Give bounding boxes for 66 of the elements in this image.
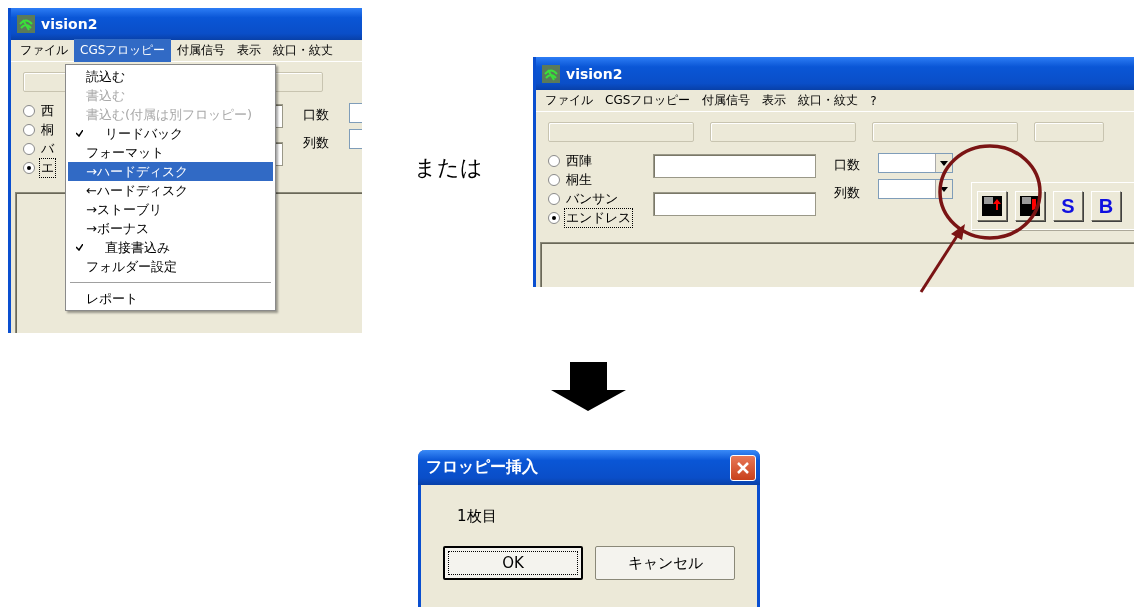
- combo-box[interactable]: [878, 153, 953, 173]
- dialog-message: 1枚目: [457, 507, 498, 526]
- radio-button[interactable]: [548, 173, 560, 186]
- radio-label: 桐: [40, 120, 55, 139]
- menu-item[interactable]: →ボーナス: [68, 219, 273, 238]
- field-label: 口数: [834, 156, 860, 174]
- menu-item[interactable]: 読込む: [68, 67, 273, 86]
- radio-label: 西: [40, 101, 55, 120]
- close-icon: [736, 460, 750, 475]
- radio-button[interactable]: [23, 142, 35, 155]
- dialog-title: フロッピー挿入: [426, 457, 538, 478]
- menu-item[interactable]: 付属信号: [171, 39, 232, 62]
- app-icon: [17, 15, 35, 33]
- radio-button[interactable]: [23, 104, 35, 117]
- caret-icon: [940, 160, 948, 166]
- caret-icon: [940, 186, 948, 192]
- combo-box[interactable]: [878, 179, 953, 199]
- menu-item[interactable]: ←ハードディスク: [68, 181, 273, 200]
- menu-item[interactable]: フォルダー設定: [68, 257, 273, 276]
- floppy-button[interactable]: [977, 191, 1007, 221]
- input-field[interactable]: [653, 154, 816, 178]
- field-label: 列数: [834, 184, 860, 202]
- menu-item[interactable]: CGSフロッピー: [74, 39, 172, 62]
- caption-text: または: [414, 154, 483, 182]
- radio-button[interactable]: [548, 192, 560, 205]
- menu-item[interactable]: リードバック: [68, 124, 273, 143]
- menu-item[interactable]: 直接書込み: [68, 238, 273, 257]
- radio-label: 桐生: [565, 170, 593, 189]
- radio-button[interactable]: [23, 161, 35, 174]
- radio-label: エ: [39, 157, 56, 178]
- menu-item[interactable]: ?: [864, 90, 883, 111]
- menu-item[interactable]: ファイル: [14, 39, 74, 62]
- radio-label: 西陣: [565, 151, 593, 170]
- window-title: vision2: [566, 65, 623, 82]
- radio-button[interactable]: [548, 154, 560, 167]
- menu-item[interactable]: ファイル: [539, 89, 599, 112]
- field-label: 列数: [303, 134, 329, 152]
- menu-item[interactable]: →ハードディスク: [68, 162, 273, 181]
- close-button[interactable]: [730, 454, 756, 481]
- window-title: vision2: [41, 16, 98, 32]
- dialog-button[interactable]: OK: [443, 546, 583, 580]
- radio-label: エンドレス: [564, 207, 633, 228]
- annotation-arrow: [919, 224, 965, 293]
- menu-item[interactable]: 紋口・紋丈: [792, 89, 865, 112]
- toolbar-button[interactable]: S: [1053, 191, 1083, 221]
- menu-item[interactable]: CGSフロッピー: [599, 89, 697, 112]
- app-icon: [542, 64, 560, 83]
- radio-label: バンサン: [565, 189, 619, 208]
- menu-item[interactable]: 表示: [756, 89, 793, 112]
- menu-item[interactable]: 紋口・紋丈: [267, 39, 340, 62]
- dialog-button[interactable]: キャンセル: [595, 546, 735, 580]
- menu-item[interactable]: 付属信号: [696, 89, 757, 112]
- check-icon: [76, 130, 83, 137]
- toolbar-button[interactable]: B: [1091, 191, 1121, 221]
- floppy-upload-icon: [982, 196, 1002, 216]
- check-icon: [76, 244, 83, 251]
- status-field: [1034, 122, 1104, 142]
- menu-item[interactable]: 表示: [231, 39, 268, 62]
- menu-item[interactable]: →ストーブリ: [68, 200, 273, 219]
- radio-button[interactable]: [548, 211, 560, 224]
- menu-item[interactable]: フォーマット: [68, 143, 273, 162]
- menu-item[interactable]: レポート: [68, 289, 273, 308]
- field-label: 口数: [303, 106, 329, 124]
- radio-button[interactable]: [23, 123, 35, 136]
- input-field[interactable]: [653, 192, 816, 216]
- radio-label: バ: [40, 139, 55, 158]
